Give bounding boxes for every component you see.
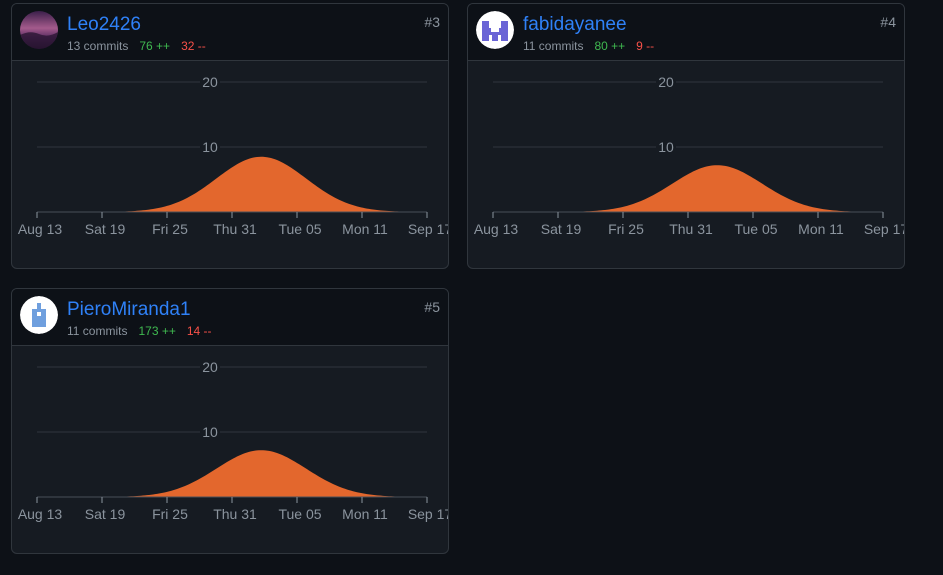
contributor-card-header: PieroMiranda1 11 commits 173 ++ 14 -- #5 (12, 289, 448, 346)
y-tick-label: 20 (202, 74, 218, 90)
contributor-card-header: fabidayanee 11 commits 80 ++ 9 -- #4 (468, 4, 904, 61)
x-tick-label: Fri 25 (608, 221, 644, 237)
contributor-rank: #3 (424, 14, 440, 30)
x-tick-label: Tue 05 (734, 221, 777, 237)
x-tick-label: Mon 11 (342, 221, 388, 237)
x-tick-label: Sep 17 (864, 221, 905, 237)
x-tick-label: Tue 05 (278, 221, 321, 237)
x-tick-label: Sat 19 (541, 221, 582, 237)
x-tick-label: Thu 31 (213, 221, 257, 237)
commit-area-series (37, 156, 427, 212)
commit-area-series (493, 165, 883, 212)
contributor-rank: #4 (880, 14, 896, 30)
gradient-avatar-icon[interactable] (20, 11, 58, 49)
contributor-username-link[interactable]: fabidayanee (523, 14, 627, 36)
contributor-stats: 13 commits 76 ++ 32 -- (67, 39, 206, 53)
contributor-card: Leo2426 13 commits 76 ++ 32 -- #3 10 20 Aug … (11, 3, 449, 269)
x-tick-label: Aug 13 (474, 221, 519, 237)
additions-count: 173 ++ (138, 324, 176, 338)
contributor-stats: 11 commits 80 ++ 9 -- (523, 39, 654, 53)
y-tick-label: 10 (202, 424, 218, 440)
x-tick-label: Sat 19 (85, 506, 126, 522)
commit-activity-chart: 10 20 Aug 13 Sat 19 Fri 25 Thu 31 Tue 05 Mon 11… (18, 358, 449, 522)
x-tick-label: Sep 17 (408, 221, 449, 237)
deletions-count: 32 -- (181, 39, 206, 53)
identicon-avatar-icon[interactable] (476, 11, 514, 49)
commit-activity-chart: 10 20 Aug 13 Sat 19 Fri 25 Thu 31 Tue 05 Mon 11… (474, 73, 905, 237)
commit-count: 11 commits (67, 324, 128, 338)
x-tick-label: Thu 31 (213, 506, 257, 522)
y-tick-label: 20 (658, 74, 674, 90)
deletions-count: 9 -- (636, 39, 655, 53)
y-tick-label: 20 (202, 359, 218, 375)
contributor-stats: 11 commits 173 ++ 14 -- (67, 324, 212, 338)
x-tick-label: Thu 31 (669, 221, 713, 237)
x-tick-label: Mon 11 (342, 506, 388, 522)
contributor-card-header: Leo2426 13 commits 76 ++ 32 -- #3 (12, 4, 448, 61)
y-tick-label: 10 (202, 139, 218, 155)
commit-area-series (37, 450, 427, 497)
x-tick-label: Fri 25 (152, 221, 188, 237)
identicon-avatar-icon[interactable] (20, 296, 58, 334)
x-tick-label: Mon 11 (798, 221, 844, 237)
deletions-count: 14 -- (186, 324, 212, 338)
x-tick-label: Sep 17 (408, 506, 449, 522)
additions-count: 76 ++ (139, 39, 171, 53)
contributor-card: fabidayanee 11 commits 80 ++ 9 -- #4 10 20 A… (467, 3, 905, 269)
x-tick-label: Sat 19 (85, 221, 126, 237)
y-tick-label: 10 (658, 139, 674, 155)
contributor-rank: #5 (424, 299, 440, 315)
additions-count: 80 ++ (594, 39, 626, 53)
contributor-username-link[interactable]: Leo2426 (67, 14, 141, 36)
x-tick-label: Tue 05 (278, 506, 321, 522)
x-tick-label: Fri 25 (152, 506, 188, 522)
contributor-username-link[interactable]: PieroMiranda1 (67, 299, 191, 321)
contributor-card: PieroMiranda1 11 commits 173 ++ 14 -- #5 1… (11, 288, 449, 554)
x-tick-label: Aug 13 (18, 221, 63, 237)
commit-count: 11 commits (523, 39, 584, 53)
commit-activity-chart: 10 20 Aug 13 Sat 19 Fri 25 Thu 31 Tue 05 Mon 11… (18, 73, 449, 237)
commit-count: 13 commits (67, 39, 129, 53)
x-tick-label: Aug 13 (18, 506, 63, 522)
